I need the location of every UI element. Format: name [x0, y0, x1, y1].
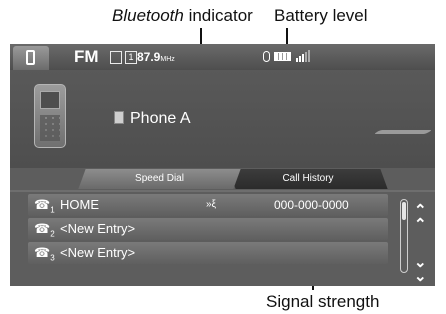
- tab-speed-dial[interactable]: Speed Dial: [78, 169, 241, 189]
- connected-phone: Phone A: [114, 110, 191, 128]
- phone-name: Phone A: [130, 110, 191, 127]
- preset-icons: 1: [110, 51, 137, 64]
- bluetooth-callout-italic: Bluetooth: [112, 6, 184, 25]
- entry-name: <New Entry>: [60, 245, 136, 260]
- cellphone-icon: [34, 84, 66, 148]
- scroll-down-icon[interactable]: ⌄ ⌄: [414, 255, 427, 284]
- frequency-unit: MHz: [160, 56, 175, 63]
- entry-name: HOME: [60, 197, 99, 212]
- cellphone-keypad: [40, 115, 60, 141]
- bluetooth-indicator-callout: Bluetooth indicator: [112, 6, 253, 26]
- preset-icon: [110, 51, 122, 64]
- tab-bar: Call History Speed Dial: [72, 168, 412, 190]
- cellphone-screen: [40, 91, 60, 109]
- tab-label: Call History: [282, 173, 334, 184]
- list-item[interactable]: ☎3 <New Entry>: [28, 242, 388, 264]
- signal-bar: [305, 52, 307, 62]
- signal-strength-icon: [296, 50, 310, 62]
- navigation-screen: FM 1 87.9MHz Phone A Call History Speed …: [10, 44, 435, 286]
- phone-mini-icon: [26, 50, 35, 65]
- scroll-up-icon[interactable]: ⌃ ⌃: [414, 203, 427, 232]
- signal-bar: [296, 58, 298, 62]
- signal-strength-callout: Signal strength: [266, 292, 380, 311]
- scrollbar-thumb[interactable]: [402, 202, 406, 220]
- entry-index: 3: [50, 253, 55, 263]
- entry-number: 000-000-0000: [274, 198, 349, 212]
- phone-small-icon: [114, 111, 124, 124]
- preset-number-icon: 1: [125, 51, 137, 64]
- header-decoration: [373, 130, 433, 134]
- voice-tag-icon: »ξ: [206, 199, 217, 210]
- audio-band: FM: [74, 47, 99, 66]
- frequency-readout: 87.9MHz: [137, 50, 175, 64]
- bluetooth-icon: [263, 51, 270, 62]
- frequency-value: 87.9: [137, 50, 161, 64]
- list-scrollbar[interactable]: [400, 199, 408, 273]
- tab-underline: [10, 190, 435, 192]
- entry-index: 1: [50, 205, 55, 215]
- bluetooth-callout-rest: indicator: [183, 6, 253, 25]
- entry-index: 2: [50, 229, 55, 239]
- signal-bar: [299, 56, 301, 62]
- signal-bar: [302, 54, 304, 62]
- phone-header: Phone A: [10, 70, 435, 168]
- list-item[interactable]: ☎2 <New Entry>: [28, 218, 388, 240]
- handset-icon: ☎3: [34, 245, 55, 263]
- battery-level-callout: Battery level: [274, 6, 368, 25]
- signal-bar: [308, 50, 310, 62]
- list-item[interactable]: ☎1 HOME »ξ 000-000-0000: [28, 194, 388, 216]
- tab-label: Speed Dial: [135, 173, 184, 184]
- battery-icon: [274, 52, 291, 61]
- status-bar: FM 1 87.9MHz: [10, 44, 435, 70]
- entry-name: <New Entry>: [60, 221, 136, 236]
- tab-call-history[interactable]: Call History: [228, 169, 388, 189]
- phone-mode-tab[interactable]: [13, 46, 49, 70]
- speed-dial-list: ☎1 HOME »ξ 000-000-0000 ☎2 <New Entry> ☎…: [28, 194, 388, 266]
